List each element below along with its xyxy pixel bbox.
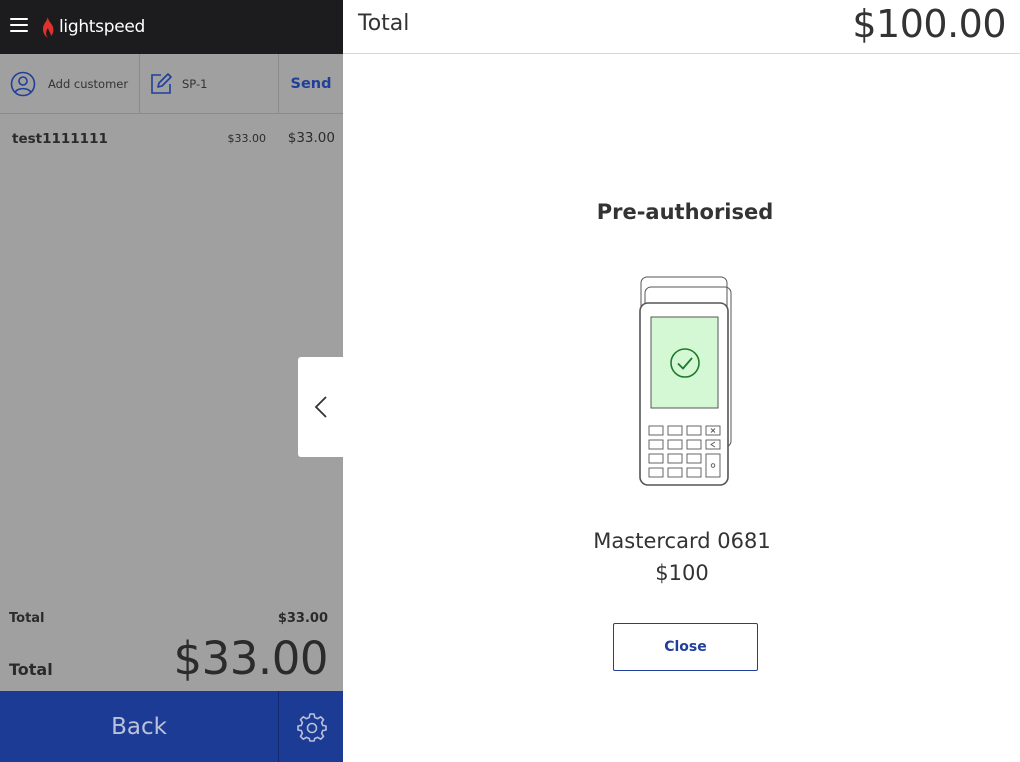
add-customer-button[interactable]: Add customer — [0, 54, 140, 113]
total-row: Total $33.00 — [9, 632, 329, 688]
total-label: Total — [9, 660, 53, 679]
payment-panel: Total $100.00 Pre-authorised Mastercard … — [343, 0, 1020, 762]
cart-panel: lightspeed Add customer SP-1 Send test11… — [0, 0, 343, 762]
close-button[interactable]: Close — [613, 623, 758, 671]
user-circle-icon — [10, 71, 36, 96]
settings-button[interactable] — [280, 691, 343, 762]
subtotal-label: Total — [9, 611, 45, 626]
card-name: Mastercard 0681 — [593, 529, 771, 553]
collapse-panel-button[interactable] — [298, 357, 343, 457]
sale-note-button[interactable]: SP-1 — [140, 54, 279, 113]
header-total-label: Total — [358, 11, 410, 36]
send-button[interactable]: Send — [279, 54, 343, 113]
item-unit-price: $33.00 — [227, 132, 267, 145]
hamburger-icon[interactable] — [10, 18, 28, 32]
line-item[interactable]: test1111111 $33.00 $33.00 — [0, 114, 343, 164]
lightspeed-logo: lightspeed — [40, 14, 145, 40]
item-line-total: $33.00 — [287, 130, 335, 146]
header-total-value: $100.00 — [852, 2, 1006, 46]
chevron-left-icon — [314, 396, 327, 418]
check-circle-icon — [670, 348, 700, 378]
payment-status: Pre-authorised — [596, 200, 774, 224]
card-terminal-icon — [639, 276, 732, 486]
payment-header: Total $100.00 — [343, 0, 1020, 54]
total-value: $33.00 — [173, 632, 329, 685]
edit-icon — [151, 72, 172, 94]
top-bar: lightspeed — [0, 0, 343, 54]
gear-icon — [296, 712, 327, 742]
flame-icon — [43, 16, 54, 38]
item-name: test1111111 — [12, 131, 108, 147]
back-button[interactable]: Back — [0, 691, 279, 762]
subtotal-value: $33.00 — [277, 611, 328, 626]
customer-bar: Add customer SP-1 Send — [0, 54, 343, 114]
sale-label: SP-1 — [182, 76, 208, 91]
brand-name: lightspeed — [59, 17, 146, 37]
add-customer-label: Add customer — [48, 76, 129, 91]
bottom-bar: Back — [0, 691, 343, 762]
card-amount: $100 — [655, 561, 709, 585]
subtotal-row: Total $33.00 — [9, 611, 328, 629]
